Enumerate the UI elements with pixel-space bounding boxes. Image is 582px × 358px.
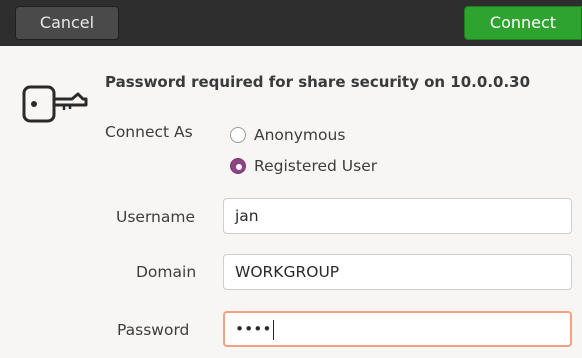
username-field[interactable]: jan (223, 198, 572, 234)
radio-registered-user-indicator[interactable] (230, 158, 246, 174)
dialog-title: Password required for share security on … (105, 73, 531, 91)
radio-anonymous-indicator[interactable] (230, 127, 246, 143)
domain-label: Domain (136, 263, 197, 281)
domain-value: WORKGROUP (235, 263, 340, 281)
password-value: •••• (235, 320, 272, 338)
radio-registered-user-label: Registered User (254, 157, 378, 175)
radio-registered-user[interactable]: Registered User (230, 155, 377, 177)
cancel-button[interactable]: Cancel (15, 6, 119, 40)
radio-anonymous-label: Anonymous (254, 126, 346, 144)
username-label: Username (116, 208, 196, 226)
username-value: jan (235, 207, 259, 225)
connect-button[interactable]: Connect (464, 6, 582, 40)
domain-field[interactable]: WORKGROUP (223, 254, 572, 290)
password-field[interactable]: •••• (223, 311, 572, 347)
key-icon (22, 85, 88, 123)
header-bar: Cancel Connect (0, 0, 582, 46)
connect-as-label: Connect As (105, 123, 193, 141)
password-label: Password (117, 321, 190, 339)
radio-anonymous[interactable]: Anonymous (230, 124, 345, 146)
text-caret (272, 319, 274, 340)
